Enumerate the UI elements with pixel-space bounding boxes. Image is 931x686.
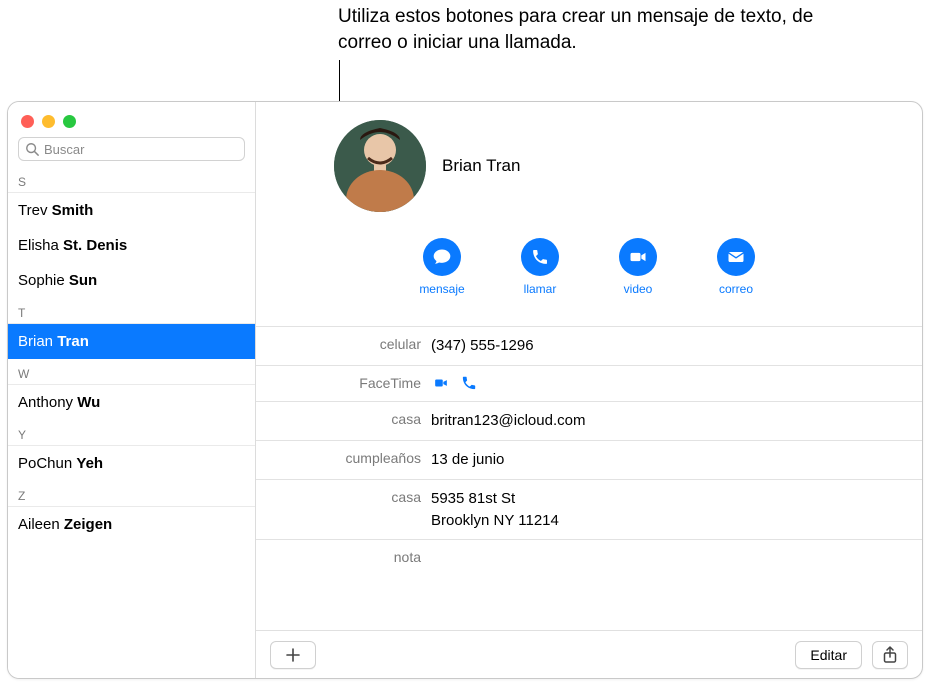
field-label: casa — [256, 488, 431, 508]
edit-button[interactable]: Editar — [795, 641, 862, 669]
share-icon — [882, 646, 898, 664]
message-button[interactable]: mensaje — [413, 238, 471, 296]
field-label: FaceTime — [256, 374, 431, 394]
field-note: nota — [256, 539, 922, 576]
search-placeholder: Buscar — [44, 142, 238, 157]
section-header: W — [8, 361, 255, 385]
field-label: celular — [256, 335, 431, 355]
avatar[interactable] — [334, 120, 426, 212]
sidebar-item[interactable]: Sophie Sun — [8, 263, 255, 298]
sidebar-item[interactable]: Elisha St. Denis — [8, 228, 255, 263]
sidebar-item[interactable]: PoChun Yeh — [8, 446, 255, 481]
field-label: nota — [256, 548, 431, 568]
section-header: S — [8, 169, 255, 193]
search-input[interactable]: Buscar — [18, 137, 245, 161]
field-value[interactable]: (347) 555-1296 — [431, 335, 922, 357]
call-label: llamar — [524, 282, 557, 296]
field-facetime: FaceTime — [256, 365, 922, 402]
message-label: mensaje — [419, 282, 464, 296]
field-label: cumpleaños — [256, 449, 431, 469]
field-birthday: cumpleaños 13 de junio — [256, 440, 922, 479]
sidebar: Buscar S Trev Smith Elisha St. Denis Sop… — [8, 102, 256, 678]
field-mobile: celular (347) 555-1296 — [256, 326, 922, 365]
video-button[interactable]: video — [609, 238, 667, 296]
message-icon — [432, 247, 452, 267]
mail-button[interactable]: correo — [707, 238, 765, 296]
bottom-toolbar: Editar — [256, 630, 922, 678]
contacts-window: Buscar S Trev Smith Elisha St. Denis Sop… — [7, 101, 923, 679]
phone-icon — [531, 248, 549, 266]
section-header: T — [8, 300, 255, 324]
callout-text: Utiliza estos botones para crear un mens… — [338, 4, 838, 55]
field-address: casa 5935 81st St Brooklyn NY 11214 — [256, 479, 922, 540]
search-icon — [25, 142, 39, 156]
video-icon — [628, 247, 648, 267]
field-label: casa — [256, 410, 431, 430]
mail-label: correo — [719, 282, 753, 296]
field-email: casa britran123@icloud.com — [256, 401, 922, 440]
field-value: 13 de junio — [431, 449, 922, 471]
section-header: Y — [8, 422, 255, 446]
mail-icon — [726, 247, 746, 267]
sidebar-item-selected[interactable]: Brian Tran — [8, 324, 255, 359]
field-value[interactable]: 5935 81st St Brooklyn NY 11214 — [431, 488, 922, 532]
section-header: Z — [8, 483, 255, 507]
add-button[interactable] — [270, 641, 316, 669]
video-label: video — [624, 282, 653, 296]
plus-icon — [285, 647, 301, 663]
share-button[interactable] — [872, 641, 908, 669]
contact-detail: Brian Tran mensaje — [256, 102, 922, 678]
sidebar-item[interactable]: Trev Smith — [8, 193, 255, 228]
sidebar-item[interactable]: Anthony Wu — [8, 385, 255, 420]
field-value[interactable]: britran123@icloud.com — [431, 410, 922, 432]
window-controls — [8, 102, 255, 115]
facetime-audio-icon[interactable] — [461, 375, 477, 391]
sidebar-item[interactable]: Aileen Zeigen — [8, 507, 255, 542]
facetime-video-icon[interactable] — [431, 376, 451, 390]
call-button[interactable]: llamar — [511, 238, 569, 296]
contact-name: Brian Tran — [442, 156, 520, 176]
